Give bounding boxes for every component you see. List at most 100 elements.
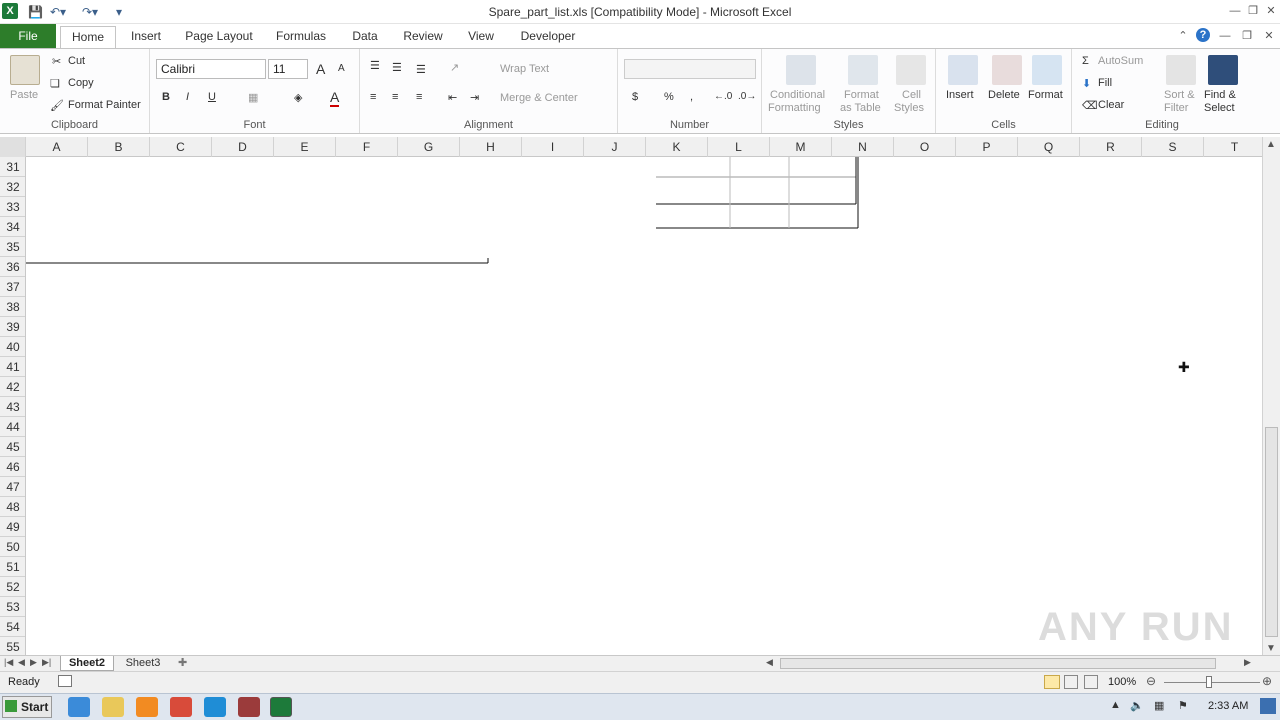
tray-arrow-icon[interactable]: ▲ [1110,699,1121,711]
paste-icon[interactable] [10,55,40,85]
tab-formulas[interactable]: Formulas [270,26,332,48]
find-select-label2[interactable]: Select [1204,102,1235,114]
clear-icon[interactable]: ⌫ [1082,99,1098,112]
column-header-n[interactable]: N [832,137,894,157]
page-layout-view-icon[interactable] [1064,675,1078,689]
network-icon[interactable]: ▦ [1154,699,1164,712]
increase-decimal-icon[interactable]: ←.0 [714,91,732,102]
paste-button[interactable]: Paste [10,89,38,101]
row-header-44[interactable]: 44 [0,417,25,437]
row-header-48[interactable]: 48 [0,497,25,517]
insert-sheet-icon[interactable]: ✚ [178,656,187,669]
align-right-icon[interactable]: ≡ [416,91,422,103]
column-header-p[interactable]: P [956,137,1018,157]
row-header-35[interactable]: 35 [0,237,25,257]
sort-filter-label2[interactable]: Filter [1164,102,1188,114]
row-header-41[interactable]: 41 [0,357,25,377]
ribbon-collapse-icon[interactable]: ⌃ [1176,29,1190,43]
grow-font-button[interactable]: A [316,61,325,77]
cut-button[interactable]: Cut [68,55,85,67]
sort-filter-icon[interactable] [1166,55,1196,85]
row-header-40[interactable]: 40 [0,337,25,357]
autosum-button[interactable]: AutoSum [1098,55,1143,67]
fill-icon[interactable]: ⬇ [1082,77,1091,90]
sheet-nav-next-icon[interactable]: ▶ [30,657,37,668]
column-header-s[interactable]: S [1142,137,1204,157]
column-header-f[interactable]: F [336,137,398,157]
clear-button[interactable]: Clear [1098,99,1124,111]
chrome-icon[interactable] [170,697,192,717]
column-header-j[interactable]: J [584,137,646,157]
delete-cells-button[interactable]: Delete [988,89,1020,101]
italic-button[interactable]: I [186,91,189,103]
align-bottom-icon[interactable]: ☰ [416,63,426,76]
bold-button[interactable]: B [162,91,170,103]
horizontal-scrollbar[interactable] [780,658,1216,669]
page-break-view-icon[interactable] [1084,675,1098,689]
cell-styles-label2[interactable]: Styles [894,102,924,114]
row-header-43[interactable]: 43 [0,397,25,417]
borders-icon[interactable]: ▦ [248,91,258,104]
doc-minimize-icon[interactable]: — [1218,29,1232,43]
clock[interactable]: 2:33 AM [1208,700,1248,712]
zoom-slider-thumb[interactable] [1206,676,1212,688]
format-cells-button[interactable]: Format [1028,89,1063,101]
column-header-h[interactable]: H [460,137,522,157]
format-painter-icon[interactable]: 🖌 [50,99,64,112]
format-as-table-button[interactable]: Format [844,89,879,101]
column-header-i[interactable]: I [522,137,584,157]
macro-record-icon[interactable] [58,675,72,687]
row-header-34[interactable]: 34 [0,217,25,237]
row-header-42[interactable]: 42 [0,377,25,397]
row-header-50[interactable]: 50 [0,537,25,557]
normal-view-icon[interactable] [1044,675,1060,689]
winrar-icon[interactable] [238,697,260,717]
tab-file[interactable]: File [0,24,56,48]
zoom-level[interactable]: 100% [1108,676,1136,688]
tab-view[interactable]: View [460,26,502,48]
fill-button[interactable]: Fill [1098,77,1112,89]
column-header-o[interactable]: O [894,137,956,157]
cell-styles-button[interactable]: Cell [902,89,921,101]
zoom-out-icon[interactable]: ⊖ [1146,674,1156,688]
edge-icon[interactable] [204,697,226,717]
merge-center-button[interactable]: Merge & Center [500,92,578,104]
row-header-47[interactable]: 47 [0,477,25,497]
format-cells-icon[interactable] [1032,55,1062,85]
tab-home[interactable]: Home [60,26,116,48]
shrink-font-button[interactable]: A [338,63,345,74]
row-header-36[interactable]: 36 [0,257,25,277]
align-left-icon[interactable]: ≡ [370,91,376,103]
row-header-54[interactable]: 54 [0,617,25,637]
fill-color-icon[interactable]: ◈ [294,91,302,104]
doc-restore-icon[interactable]: ❐ [1240,29,1254,43]
insert-cells-button[interactable]: Insert [946,89,974,101]
restore-icon[interactable]: ❐ [1246,4,1260,18]
sort-filter-button[interactable]: Sort & [1164,89,1195,101]
sheet-tab-sheet2[interactable]: Sheet2 [60,656,114,671]
media-player-icon[interactable] [136,697,158,717]
copy-button[interactable]: Copy [68,77,94,89]
format-painter-button[interactable]: Format Painter [68,99,141,111]
sheet-tab-sheet3[interactable]: Sheet3 [118,656,168,671]
insert-cells-icon[interactable] [948,55,978,85]
scroll-right-icon[interactable]: ▶ [1244,657,1251,668]
row-header-52[interactable]: 52 [0,577,25,597]
autosum-icon[interactable]: Σ [1082,55,1089,67]
minimize-icon[interactable]: — [1228,4,1242,18]
font-name-select[interactable]: Calibri [156,59,266,79]
volume-icon[interactable]: 🔈 [1130,699,1144,712]
column-header-m[interactable]: M [770,137,832,157]
conditional-formatting-label2[interactable]: Formatting [768,102,821,114]
align-top-icon[interactable]: ☰ [370,59,380,72]
explorer-icon[interactable] [102,697,124,717]
sheet-nav-prev-icon[interactable]: ◀ [18,657,25,668]
select-all-corner[interactable] [0,137,26,157]
delete-cells-icon[interactable] [992,55,1022,85]
row-header-37[interactable]: 37 [0,277,25,297]
row-header-53[interactable]: 53 [0,597,25,617]
tab-insert[interactable]: Insert [124,26,168,48]
copy-icon[interactable]: ❏ [50,77,60,90]
scroll-up-icon[interactable]: ▲ [1266,139,1276,150]
row-header-38[interactable]: 38 [0,297,25,317]
